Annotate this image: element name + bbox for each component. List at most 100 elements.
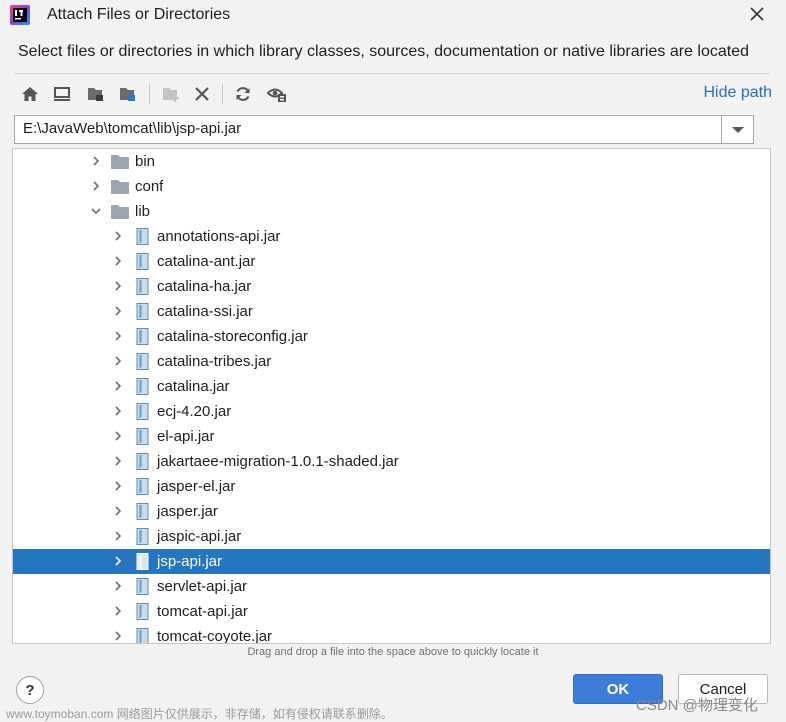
project-folder-icon	[88, 88, 103, 101]
delete-icon	[195, 87, 209, 101]
refresh-button[interactable]	[229, 80, 257, 108]
path-combobox[interactable]	[14, 115, 754, 144]
watermark-left: www.toymoban.com 网络图片仅供展示，非存储，如有侵权请联系删除。	[6, 707, 393, 721]
watermark-right: CSDN @物理变化	[636, 697, 758, 714]
drag-drop-hint: Drag and drop a file into the space abov…	[247, 646, 539, 658]
tree-file-row[interactable]: catalina-storeconfig.jar	[13, 324, 770, 349]
tree-item-label: jsp-api.jar	[157, 553, 223, 570]
tree-file-row[interactable]: catalina-ant.jar	[13, 249, 770, 274]
chevron-right-icon[interactable]	[90, 155, 102, 167]
tree-file-row[interactable]: servlet-api.jar	[13, 574, 770, 599]
new-folder-button[interactable]	[157, 80, 185, 108]
jar-icon	[136, 278, 149, 295]
jar-icon	[136, 553, 149, 570]
chevron-down-icon[interactable]	[90, 205, 102, 217]
chevron-right-icon[interactable]	[112, 230, 124, 242]
divider	[14, 73, 770, 74]
dialog-title: Attach Files or Directories	[47, 6, 231, 23]
chevron-right-icon[interactable]	[112, 380, 124, 392]
tree-item-label: jasper.jar	[157, 503, 218, 520]
tree-file-row[interactable]: jakartaee-migration-1.0.1-shaded.jar	[13, 449, 770, 474]
tree-item-label: tomcat-coyote.jar	[157, 628, 273, 644]
tree-item-label: catalina-ssi.jar	[157, 303, 253, 320]
tree-item-label: annotations-api.jar	[157, 228, 281, 245]
tree-item-label: catalina-tribes.jar	[157, 353, 272, 370]
jar-icon	[136, 528, 149, 545]
chevron-right-icon[interactable]	[112, 280, 124, 292]
home-button[interactable]	[16, 80, 44, 108]
folder-icon	[111, 155, 129, 169]
chevron-right-icon[interactable]	[112, 555, 124, 567]
jar-icon	[136, 503, 149, 520]
chevron-right-icon[interactable]	[112, 530, 124, 542]
tree-file-row[interactable]: jasper.jar	[13, 499, 770, 524]
tree-file-row[interactable]: catalina-tribes.jar	[13, 349, 770, 374]
new-folder-icon	[163, 88, 179, 102]
jar-icon	[136, 403, 149, 420]
tree-file-row[interactable]: catalina.jar	[13, 374, 770, 399]
tree-file-row[interactable]: annotations-api.jar	[13, 224, 770, 249]
help-button[interactable]: ?	[16, 676, 44, 704]
tree-item-label: bin	[135, 153, 156, 170]
tree-item-label: jaspic-api.jar	[157, 528, 242, 545]
chevron-right-icon[interactable]	[112, 455, 124, 467]
tree-item-label: el-api.jar	[157, 428, 215, 445]
tree-item-label: ecj-4.20.jar	[157, 403, 232, 420]
tree-file-row[interactable]: jsp-api.jar	[13, 549, 770, 574]
title-bar: Attach Files or Directories	[0, 0, 786, 30]
tree-item-label: tomcat-api.jar	[157, 603, 248, 620]
chevron-right-icon[interactable]	[112, 605, 124, 617]
jar-icon	[136, 603, 149, 620]
chevron-right-icon[interactable]	[112, 305, 124, 317]
chevron-right-icon[interactable]	[112, 255, 124, 267]
close-icon[interactable]	[744, 3, 770, 27]
hide-path-link[interactable]: Hide path	[704, 84, 773, 102]
tree-file-row[interactable]: catalina-ha.jar	[13, 274, 770, 299]
tree-file-row[interactable]: tomcat-coyote.jar	[13, 624, 770, 644]
show-hidden-icon	[267, 88, 286, 102]
tree-folder-row[interactable]: bin	[13, 149, 770, 174]
module-folder-icon	[120, 88, 135, 101]
chevron-right-icon[interactable]	[112, 580, 124, 592]
tree-file-row[interactable]: el-api.jar	[13, 424, 770, 449]
toolbar-separator	[222, 84, 223, 104]
tree-file-row[interactable]: ecj-4.20.jar	[13, 399, 770, 424]
path-dropdown-button[interactable]	[721, 115, 754, 144]
chevron-right-icon[interactable]	[90, 180, 102, 192]
folder-icon	[111, 205, 129, 219]
tree-item-label: catalina-ha.jar	[157, 278, 252, 295]
tree-file-row[interactable]: jasper-el.jar	[13, 474, 770, 499]
tree-item-label: catalina.jar	[157, 378, 230, 395]
toolbar-separator	[149, 84, 150, 104]
show-hidden-button[interactable]	[263, 80, 291, 108]
toolbar	[14, 80, 774, 108]
tree-folder-row[interactable]: lib	[13, 199, 770, 224]
jar-icon	[136, 428, 149, 445]
tree-item-label: jasper-el.jar	[157, 478, 236, 495]
jar-icon	[136, 478, 149, 495]
tree-folder-row[interactable]: conf	[13, 174, 770, 199]
tree-file-row[interactable]: tomcat-api.jar	[13, 599, 770, 624]
folder-icon	[111, 180, 129, 194]
jar-icon	[136, 378, 149, 395]
project-directory-button[interactable]	[82, 80, 110, 108]
jar-icon	[136, 353, 149, 370]
jar-icon	[136, 453, 149, 470]
chevron-right-icon[interactable]	[112, 430, 124, 442]
chevron-right-icon[interactable]	[112, 405, 124, 417]
path-input[interactable]	[23, 120, 723, 137]
chevron-right-icon[interactable]	[112, 480, 124, 492]
chevron-right-icon[interactable]	[112, 330, 124, 342]
tree-file-row[interactable]: jaspic-api.jar	[13, 524, 770, 549]
delete-button[interactable]	[188, 80, 216, 108]
chevron-right-icon[interactable]	[112, 505, 124, 517]
jar-icon	[136, 228, 149, 245]
desktop-button[interactable]	[48, 80, 76, 108]
module-directory-button[interactable]	[114, 80, 142, 108]
tree-file-row[interactable]: catalina-ssi.jar	[13, 299, 770, 324]
chevron-right-icon[interactable]	[112, 355, 124, 367]
chevron-right-icon[interactable]	[112, 630, 124, 642]
tree-item-label: catalina-ant.jar	[157, 253, 256, 270]
file-tree[interactable]: bin conf lib annotations-api.jar catalina-an…	[12, 148, 771, 644]
tree-item-label: catalina-storeconfig.jar	[157, 328, 308, 345]
